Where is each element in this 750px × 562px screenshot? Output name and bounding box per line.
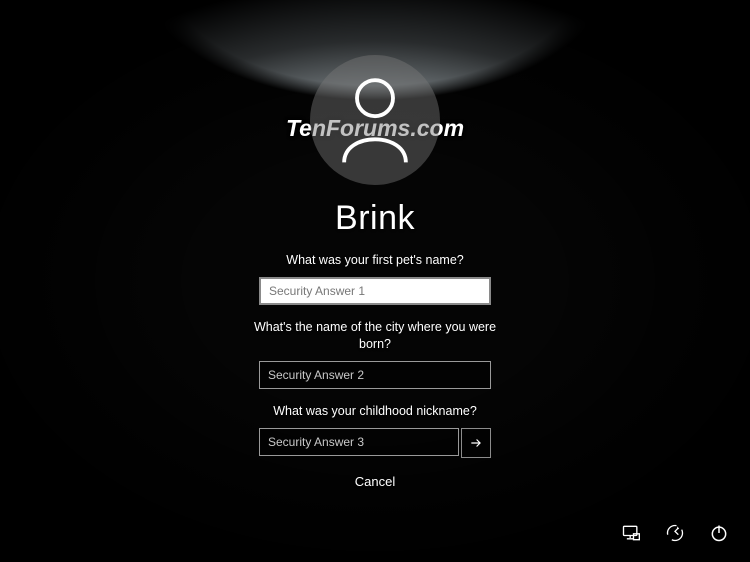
arrow-right-icon bbox=[469, 436, 483, 450]
person-icon bbox=[336, 75, 414, 165]
security-question-2: What's the name of the city where you we… bbox=[245, 319, 505, 353]
login-panel: Brink What was your first pet's name? Wh… bbox=[235, 0, 515, 489]
security-answer-3-row bbox=[259, 428, 491, 456]
security-answer-2-input[interactable] bbox=[259, 361, 491, 389]
user-avatar bbox=[310, 55, 440, 185]
ease-of-access-icon bbox=[665, 523, 685, 543]
security-answer-2-row bbox=[259, 361, 491, 389]
cancel-button[interactable]: Cancel bbox=[355, 474, 395, 489]
network-icon bbox=[621, 523, 641, 543]
system-tray bbox=[620, 522, 730, 544]
security-answer-1-row bbox=[259, 277, 491, 305]
security-answer-1-input[interactable] bbox=[259, 277, 491, 305]
user-display-name: Brink bbox=[335, 199, 415, 238]
security-question-1: What was your first pet's name? bbox=[286, 252, 463, 269]
submit-button[interactable] bbox=[461, 428, 491, 458]
security-answer-3-input[interactable] bbox=[259, 428, 459, 456]
security-question-3: What was your childhood nickname? bbox=[273, 403, 477, 420]
ease-of-access-button[interactable] bbox=[664, 522, 686, 544]
network-button[interactable] bbox=[620, 522, 642, 544]
power-button[interactable] bbox=[708, 522, 730, 544]
power-icon bbox=[709, 523, 729, 543]
